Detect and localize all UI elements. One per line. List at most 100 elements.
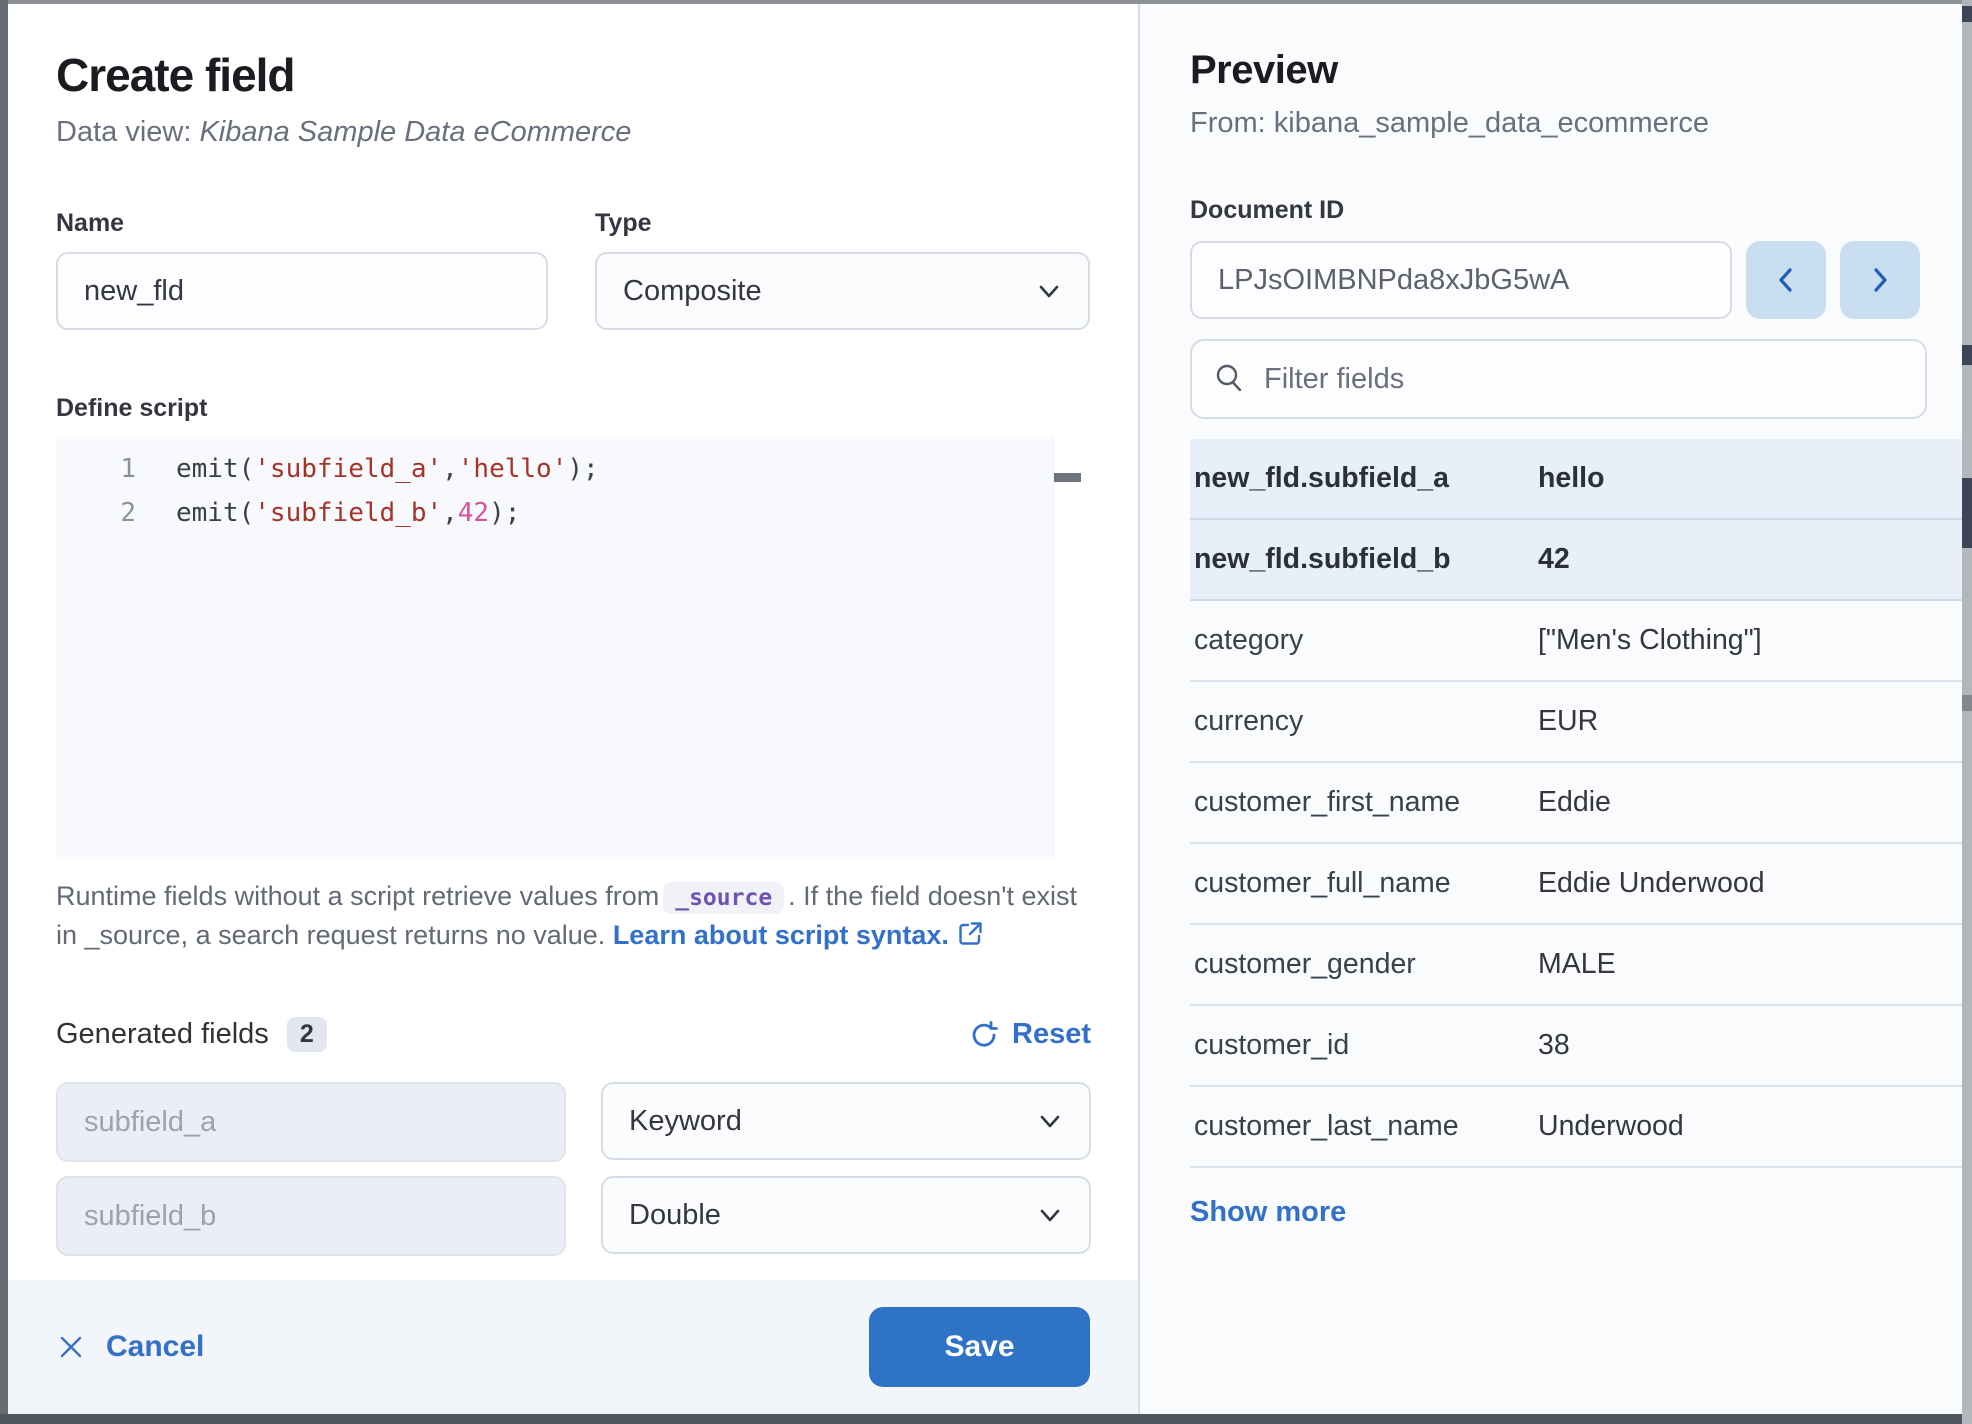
name-input-value: new_fld bbox=[84, 275, 184, 308]
window-edge-left bbox=[0, 0, 8, 1424]
field-value: hello bbox=[1538, 462, 1958, 495]
code-token: 'hello' bbox=[458, 454, 568, 484]
subfield-a-type-value: Keyword bbox=[629, 1105, 742, 1138]
create-field-form: Create field Data view: Kibana Sample Da… bbox=[8, 4, 1138, 1280]
document-id-input[interactable]: LPJsOIMBNPda8xJbG5wA bbox=[1190, 241, 1732, 319]
field-name: customer_first_name bbox=[1194, 786, 1538, 819]
code-token: 'subfield_b' bbox=[254, 498, 442, 528]
code-token: ); bbox=[489, 498, 520, 528]
subfield-a-name-input: subfield_a bbox=[56, 1082, 566, 1162]
generated-fields-title: Generated fields bbox=[56, 1018, 269, 1051]
field-name: customer_gender bbox=[1194, 948, 1538, 981]
script-help-text: Runtime fields without a script retrieve… bbox=[56, 877, 1091, 955]
preview-title: Preview bbox=[1190, 48, 1926, 93]
code-token: , bbox=[442, 498, 458, 528]
previous-document-button[interactable] bbox=[1746, 241, 1826, 319]
generated-fields-title-wrap: Generated fields 2 bbox=[56, 1017, 327, 1052]
refresh-icon bbox=[968, 1019, 1000, 1051]
preview-fields-table: new_fld.subfield_a hello new_fld.subfiel… bbox=[1190, 439, 1962, 1168]
save-button[interactable]: Save bbox=[869, 1307, 1090, 1387]
document-id-value: LPJsOIMBNPda8xJbG5wA bbox=[1218, 264, 1569, 297]
type-label: Type bbox=[595, 209, 1090, 238]
generated-fields-header: Generated fields 2 Reset bbox=[56, 1017, 1091, 1052]
cancel-label: Cancel bbox=[106, 1330, 204, 1364]
filter-fields-input[interactable]: Filter fields bbox=[1190, 339, 1927, 419]
cancel-button[interactable]: Cancel bbox=[56, 1330, 204, 1364]
chevron-right-icon bbox=[1863, 263, 1897, 297]
field-name: new_fld.subfield_a bbox=[1194, 462, 1538, 495]
script-code-editor[interactable]: 1 emit('subfield_a', 'hello'); 2 emit('s… bbox=[56, 437, 1081, 857]
generated-field-row: subfield_a Keyword bbox=[56, 1082, 1091, 1162]
type-select-value: Composite bbox=[623, 275, 762, 308]
code-token: , bbox=[442, 454, 458, 484]
external-link-icon bbox=[957, 920, 984, 947]
subfield-a-type-select[interactable]: Keyword bbox=[601, 1082, 1091, 1160]
learn-script-syntax-link[interactable]: Learn about script syntax. bbox=[613, 920, 949, 950]
code-lines: 1 emit('subfield_a', 'hello'); 2 emit('s… bbox=[56, 437, 1081, 535]
data-view-name: Kibana Sample Data eCommerce bbox=[199, 116, 631, 148]
field-name: customer_full_name bbox=[1194, 867, 1538, 900]
preview-panel: Preview From: kibana_sample_data_ecommer… bbox=[1138, 4, 1962, 1414]
field-value: 38 bbox=[1538, 1029, 1958, 1062]
search-icon bbox=[1212, 361, 1248, 397]
document-id-label: Document ID bbox=[1190, 196, 1926, 225]
field-value: ["Men's Clothing"] bbox=[1538, 624, 1958, 657]
scrollbar-mark bbox=[1962, 345, 1972, 365]
show-more-link[interactable]: Show more bbox=[1190, 1196, 1346, 1229]
subfield-a-name: subfield_a bbox=[84, 1106, 216, 1139]
name-input[interactable]: new_fld bbox=[56, 252, 548, 330]
code-token: emit( bbox=[176, 454, 254, 484]
table-row[interactable]: customer_id 38 bbox=[1190, 1006, 1962, 1087]
field-value: 42 bbox=[1538, 543, 1958, 576]
generated-field-row: subfield_b Double bbox=[56, 1176, 1091, 1256]
preview-from-line: From: kibana_sample_data_ecommerce bbox=[1190, 107, 1926, 140]
code-line-1: 1 emit('subfield_a', 'hello'); bbox=[56, 447, 1081, 491]
subfield-b-type-value: Double bbox=[629, 1199, 721, 1232]
window-edge-bottom bbox=[0, 1414, 1972, 1424]
flyout-footer: Cancel Save bbox=[8, 1280, 1138, 1414]
document-id-row: LPJsOIMBNPda8xJbG5wA bbox=[1190, 241, 1926, 319]
next-document-button[interactable] bbox=[1840, 241, 1920, 319]
code-token: 42 bbox=[458, 498, 489, 528]
table-row[interactable]: customer_gender MALE bbox=[1190, 925, 1962, 1006]
chevron-down-icon bbox=[1034, 276, 1064, 306]
help-text-part1: Runtime fields without a script retrieve… bbox=[56, 881, 659, 911]
subfield-b-type-select[interactable]: Double bbox=[601, 1176, 1091, 1254]
editor-scrollbar[interactable] bbox=[1053, 437, 1081, 857]
define-script-section: Define script 1 emit('subfield_a', 'hell… bbox=[56, 394, 1090, 955]
field-name: currency bbox=[1194, 705, 1538, 738]
line-number: 2 bbox=[56, 498, 176, 528]
table-row[interactable]: category ["Men's Clothing"] bbox=[1190, 601, 1962, 682]
window-edge-top bbox=[0, 0, 1972, 4]
subfield-b-name: subfield_b bbox=[84, 1200, 216, 1233]
name-type-row: Name new_fld Type Composite bbox=[56, 209, 1090, 330]
scrollbar-mark bbox=[1962, 6, 1972, 22]
table-row[interactable]: currency EUR bbox=[1190, 682, 1962, 763]
table-row[interactable]: customer_full_name Eddie Underwood bbox=[1190, 844, 1962, 925]
type-select[interactable]: Composite bbox=[595, 252, 1090, 330]
name-label: Name bbox=[56, 209, 548, 238]
field-value: Underwood bbox=[1538, 1110, 1958, 1143]
window-scrollbar-strip[interactable] bbox=[1962, 0, 1972, 1424]
page-title: Create field bbox=[56, 48, 1090, 102]
chevron-down-icon bbox=[1035, 1106, 1065, 1136]
field-name: customer_last_name bbox=[1194, 1110, 1538, 1143]
line-number: 1 bbox=[56, 454, 176, 484]
table-row[interactable]: new_fld.subfield_b 42 bbox=[1190, 520, 1962, 601]
table-row[interactable]: new_fld.subfield_a hello bbox=[1190, 439, 1962, 520]
code-token: ); bbox=[567, 454, 598, 484]
editor-scroll-thumb[interactable] bbox=[1054, 473, 1081, 482]
create-field-panel: Create field Data view: Kibana Sample Da… bbox=[8, 4, 1138, 1414]
table-row[interactable]: customer_first_name Eddie bbox=[1190, 763, 1962, 844]
field-name: customer_id bbox=[1194, 1029, 1538, 1062]
field-value: Eddie Underwood bbox=[1538, 867, 1958, 900]
reset-label: Reset bbox=[1012, 1018, 1091, 1051]
chevron-left-icon bbox=[1769, 263, 1803, 297]
scrollbar-mark bbox=[1962, 478, 1972, 548]
table-row[interactable]: customer_last_name Underwood bbox=[1190, 1087, 1962, 1168]
name-field-group: Name new_fld bbox=[56, 209, 548, 330]
reset-button[interactable]: Reset bbox=[968, 1018, 1091, 1051]
close-icon bbox=[56, 1332, 86, 1362]
code-line-2: 2 emit('subfield_b', 42); bbox=[56, 491, 1081, 535]
subfield-b-name-input: subfield_b bbox=[56, 1176, 566, 1256]
